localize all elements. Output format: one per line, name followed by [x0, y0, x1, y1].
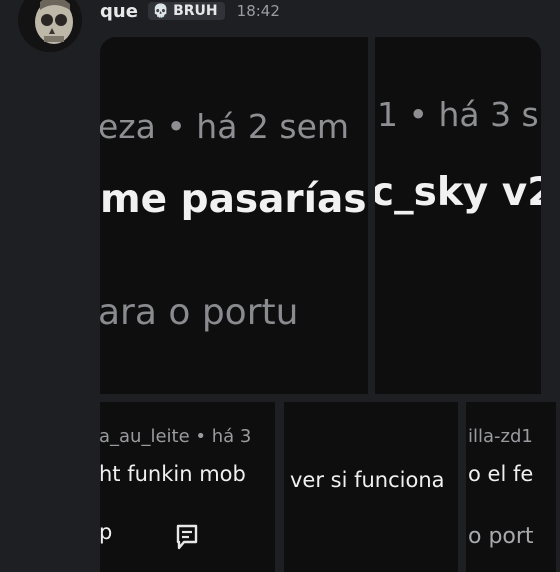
- server-tag-label: BRUH: [173, 3, 218, 19]
- attachment-meta: a_au_leite • há 3: [100, 426, 252, 447]
- attachment-title: ht funkin mob: [100, 462, 246, 486]
- image-attachment-5[interactable]: illa-zd1 o el fe o port: [466, 402, 556, 572]
- attachment-title: o el fe: [468, 462, 534, 486]
- skull-icon: 💀: [152, 3, 170, 19]
- message-timestamp: 18:42: [236, 2, 280, 20]
- attachment-title: ver si funciona: [290, 468, 445, 492]
- comment-icon[interactable]: [176, 524, 198, 550]
- skull-avatar-image: [18, 0, 82, 52]
- image-attachment-2[interactable]: 1 • há 3 s c_sky v2: [375, 37, 541, 394]
- attachment-meta: 1 • há 3 s: [377, 95, 539, 134]
- image-attachment-1[interactable]: eza • há 2 sem me pasarías ara o portu: [100, 37, 368, 394]
- attachment-body: ara o portu: [100, 292, 299, 333]
- image-attachment-3[interactable]: a_au_leite • há 3 ht funkin mob p: [100, 402, 275, 572]
- attachment-body: o port: [468, 524, 534, 549]
- image-attachment-4[interactable]: ver si funciona: [284, 402, 458, 572]
- attachment-title: me pasarías: [100, 177, 367, 222]
- username[interactable]: que: [100, 1, 138, 22]
- attachment-meta: illa-zd1: [468, 426, 533, 447]
- attachment-body: p: [100, 520, 113, 544]
- attachment-title: c_sky v2: [375, 170, 541, 215]
- attachment-meta: eza • há 2 sem: [100, 107, 350, 146]
- user-avatar[interactable]: [18, 0, 82, 52]
- message-header: que 💀 BRUH 18:42: [100, 0, 280, 26]
- server-tag-badge[interactable]: 💀 BRUH: [147, 2, 225, 20]
